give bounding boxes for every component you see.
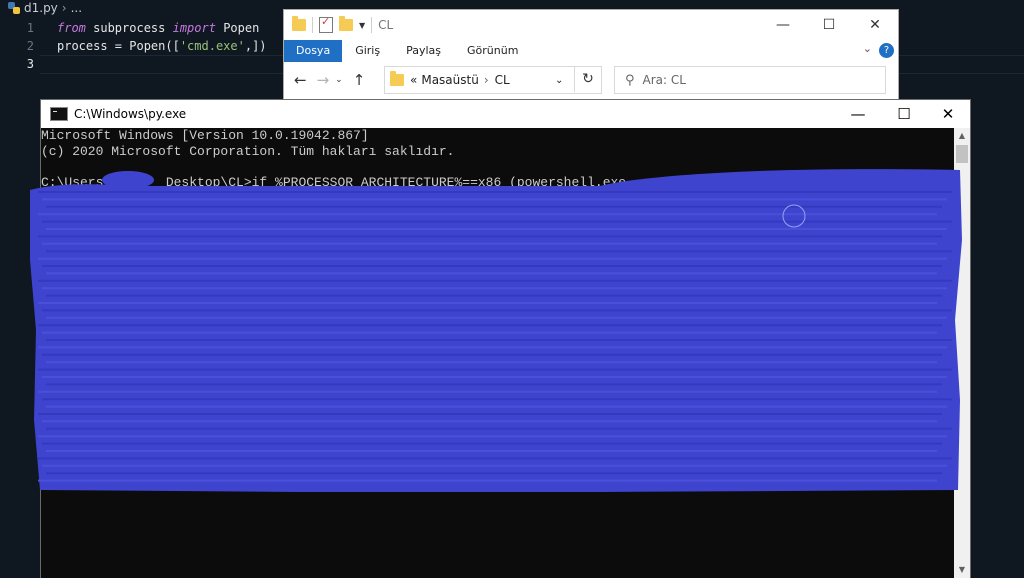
- maximize-icon[interactable]: ☐: [806, 10, 852, 40]
- scroll-up-arrow-icon[interactable]: ▲: [954, 128, 970, 144]
- file-explorer-window[interactable]: ▼ CL — ☐ ✕ Dosya Giriş Paylaş Görünüm ⌄ …: [283, 9, 899, 100]
- new-folder-icon[interactable]: [339, 16, 353, 31]
- tab-dosya[interactable]: Dosya: [284, 40, 343, 62]
- properties-icon[interactable]: [319, 15, 333, 33]
- python-file-icon: [8, 2, 20, 14]
- tab-giris[interactable]: Giriş: [342, 40, 393, 62]
- address-history-chevron-icon[interactable]: ⌄: [555, 75, 563, 86]
- address-crumb-cl[interactable]: CL: [495, 73, 510, 87]
- keyword: from: [57, 21, 86, 35]
- back-arrow-icon[interactable]: ←: [294, 71, 307, 89]
- up-arrow-icon[interactable]: ↑: [353, 71, 366, 89]
- console-titlebar[interactable]: C:\Windows\py.exe — ☐ ✕: [41, 100, 970, 128]
- forward-arrow-icon[interactable]: →: [317, 71, 330, 89]
- folder-icon: [292, 16, 306, 31]
- breadcrumb: d1.py › ...: [8, 0, 82, 16]
- tab-paylas[interactable]: Paylaş: [393, 40, 454, 62]
- maximize-icon[interactable]: ☐: [881, 100, 927, 128]
- console-line: (c) 2020 Microsoft Corporation. Tüm hakl…: [41, 144, 455, 159]
- explorer-titlebar[interactable]: ▼ CL — ☐ ✕: [284, 10, 898, 40]
- expand-ribbon-chevron-icon[interactable]: ⌄: [863, 42, 872, 55]
- console-window[interactable]: C:\Windows\py.exe — ☐ ✕ Microsoft Window…: [40, 99, 971, 578]
- code-text: ,]): [244, 39, 267, 53]
- code-line-1[interactable]: from subprocess import Popen: [57, 21, 259, 35]
- search-icon: ⚲: [625, 72, 635, 88]
- divider: [371, 17, 373, 33]
- console-output[interactable]: Microsoft Windows [Version 10.0.19042.86…: [41, 128, 954, 578]
- navigation-bar: ← → ⌄ ↑ « Masaüstü › CL ⌄ ↻ ⚲ Ara: CL: [284, 62, 898, 98]
- search-input[interactable]: ⚲ Ara: CL: [614, 66, 886, 94]
- line-number: 1: [26, 21, 34, 35]
- address-crumb-masaustu[interactable]: Masaüstü: [421, 73, 478, 87]
- close-icon[interactable]: ✕: [852, 10, 898, 40]
- recent-locations-icon[interactable]: ⌄: [335, 75, 343, 85]
- console-title: C:\Windows\py.exe: [74, 107, 187, 121]
- code-line-2[interactable]: process = Popen(['cmd.exe',]): [57, 39, 267, 53]
- help-icon[interactable]: ?: [879, 43, 894, 58]
- explorer-title: CL: [378, 18, 394, 32]
- breadcrumb-separator: ›: [61, 1, 67, 15]
- console-line: C:\Users Desktop\CL>if %PROCESSOR_ARCHIT…: [41, 175, 642, 190]
- customize-toolbar-arrow-icon[interactable]: ▼: [359, 21, 365, 30]
- tab-gorunum[interactable]: Görünüm: [454, 40, 531, 62]
- refresh-icon[interactable]: ↻: [574, 66, 601, 92]
- code-text: subprocess: [85, 21, 173, 35]
- folder-icon: [390, 71, 404, 86]
- code-text: process = Popen([: [57, 39, 180, 53]
- line-number: 3: [26, 57, 34, 71]
- string-literal: 'cmd.exe': [179, 39, 245, 53]
- address-bar[interactable]: « Masaüstü › CL ⌄: [384, 66, 602, 94]
- console-icon: [50, 107, 68, 121]
- scroll-down-arrow-icon[interactable]: ▼: [954, 562, 970, 578]
- scroll-thumb[interactable]: [956, 145, 968, 163]
- minimize-icon[interactable]: —: [760, 10, 806, 40]
- minimize-icon[interactable]: —: [835, 100, 881, 128]
- keyword: import: [172, 21, 216, 35]
- line-number: 2: [26, 39, 34, 53]
- console-scrollbar[interactable]: ▲ ▼: [954, 128, 970, 578]
- address-separator: ›: [483, 73, 489, 87]
- close-icon[interactable]: ✕: [925, 100, 971, 128]
- search-placeholder: Ara: CL: [642, 73, 686, 87]
- divider: [312, 17, 313, 33]
- ribbon-tabs: Dosya Giriş Paylaş Görünüm: [284, 40, 898, 62]
- address-overflow[interactable]: «: [410, 73, 417, 87]
- quick-access-toolbar: ▼: [292, 15, 373, 33]
- breadcrumb-rest[interactable]: ...: [71, 1, 82, 15]
- code-text: Popen: [215, 21, 260, 35]
- console-line: Microsoft Windows [Version 10.0.19042.86…: [41, 128, 369, 143]
- breadcrumb-file[interactable]: d1.py: [24, 1, 58, 15]
